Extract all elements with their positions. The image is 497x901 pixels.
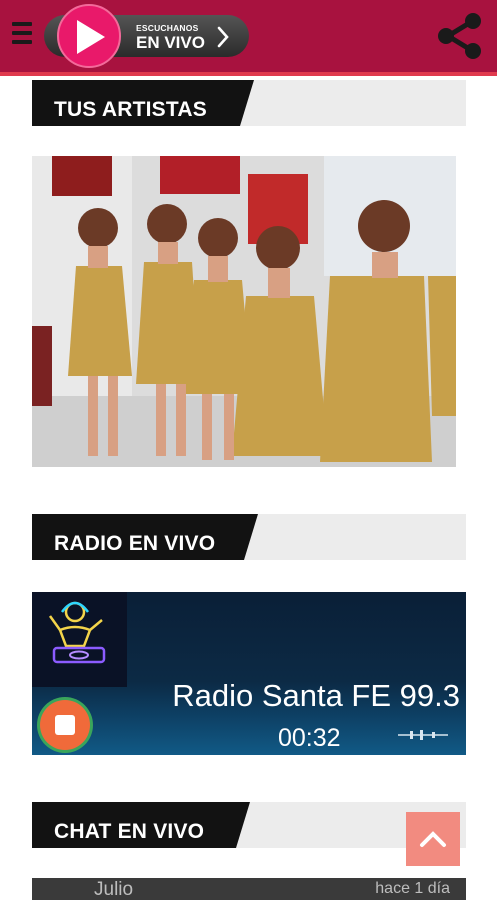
stop-icon <box>55 715 75 735</box>
chat-username: Julio <box>94 879 134 900</box>
live-small-label: ESCUCHANOS <box>136 23 199 33</box>
section-header-chat: CHAT EN VIVO <box>32 802 466 848</box>
dj-turntable-icon <box>32 592 127 687</box>
play-icon[interactable] <box>57 4 121 68</box>
section-title: RADIO EN VIVO <box>54 532 216 555</box>
section-header-artists: TUS ARTISTAS <box>32 80 466 126</box>
hamburger-menu-icon[interactable] <box>12 22 32 48</box>
chat-message[interactable]: Julio hace 1 día <box>32 878 466 900</box>
chat-timestamp: hace 1 día <box>375 880 450 897</box>
stop-button[interactable] <box>40 700 90 750</box>
top-app-bar: ESCUCHANOS EN VIVO <box>0 0 497 76</box>
elapsed-time: 00:32 <box>278 724 341 752</box>
section-title: CHAT EN VIVO <box>54 820 205 843</box>
chevron-up-icon <box>420 831 446 847</box>
live-big-label: EN VIVO <box>136 33 205 52</box>
section-title: TUS ARTISTAS <box>54 98 207 121</box>
section-tag: TUS ARTISTAS <box>32 80 254 126</box>
station-name: Radio Santa FE 99.3 <box>172 678 460 713</box>
section-tag: CHAT EN VIVO <box>32 802 250 848</box>
radio-player: Radio Santa FE 99.3 00:32 <box>32 592 466 755</box>
chevron-right-icon <box>217 26 229 48</box>
share-icon[interactable] <box>434 10 486 62</box>
section-header-radio: RADIO EN VIVO <box>32 514 466 560</box>
audio-wave-icon[interactable] <box>398 729 448 741</box>
scroll-to-top-button[interactable] <box>406 812 460 866</box>
section-tag: RADIO EN VIVO <box>32 514 258 560</box>
artist-photo[interactable] <box>32 156 456 467</box>
